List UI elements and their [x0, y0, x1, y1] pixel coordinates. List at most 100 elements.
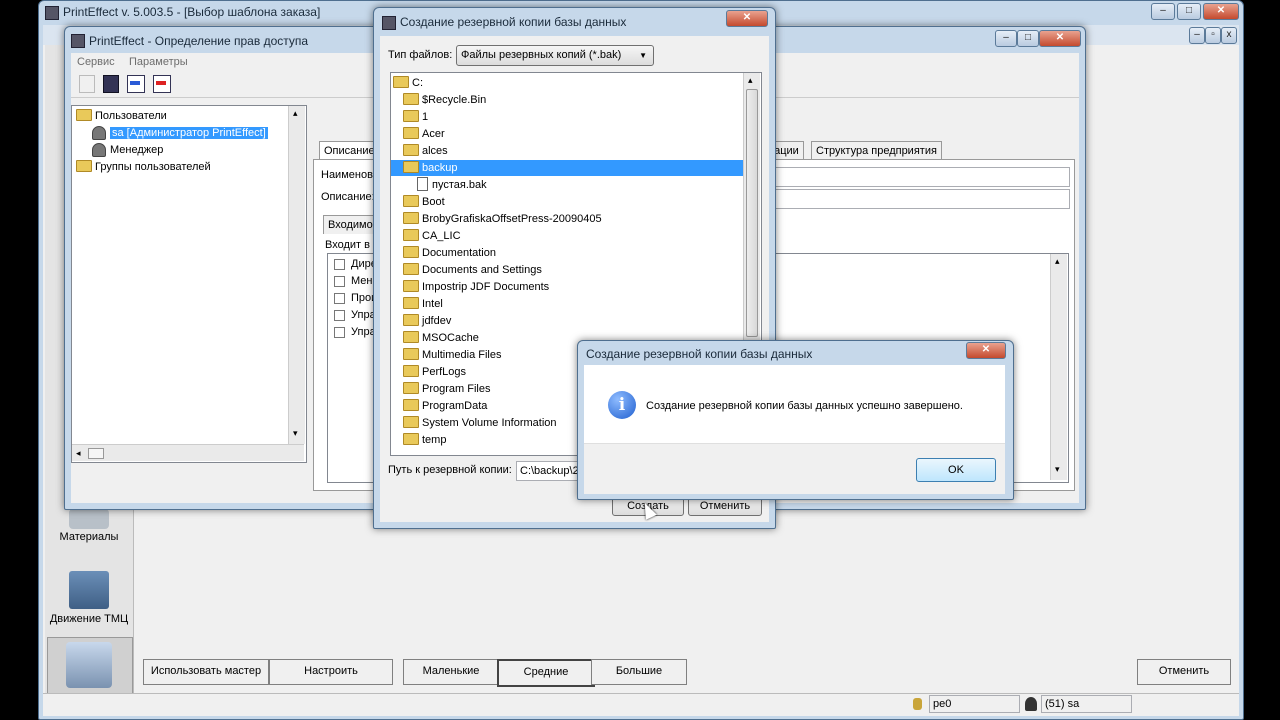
large-icons-button[interactable]: Большие: [591, 659, 687, 685]
scroll-up-icon[interactable]: ▴: [748, 75, 753, 86]
minimize-button[interactable]: –: [1151, 3, 1175, 20]
tree-folder[interactable]: $Recycle.Bin: [403, 92, 486, 108]
access-minimize-button[interactable]: –: [995, 30, 1017, 47]
tree-folder[interactable]: CA_LIC: [403, 228, 461, 244]
configure-button[interactable]: Настроить: [269, 659, 393, 685]
tree-groups-root-label: Группы пользователей: [95, 161, 211, 173]
description-field[interactable]: [771, 189, 1070, 209]
tree-item-label: Intel: [422, 298, 443, 310]
tree-drive[interactable]: C:: [393, 75, 423, 91]
checklist-item[interactable]: Дире: [334, 256, 377, 272]
checklist-item[interactable]: Упра: [334, 307, 376, 323]
folder-icon: [403, 433, 419, 446]
tree-folder[interactable]: alces: [403, 143, 448, 159]
menu-service[interactable]: Сервис: [77, 56, 115, 68]
ok-button[interactable]: OK: [916, 458, 996, 482]
scroll-up-icon[interactable]: ▴: [293, 108, 298, 119]
tree-folder[interactable]: jdfdev: [403, 313, 451, 329]
maximize-button[interactable]: □: [1177, 3, 1201, 20]
tree-groups-root[interactable]: Группы пользователей: [76, 159, 211, 175]
tree-vertical-scrollbar[interactable]: ▴ ▾: [288, 106, 305, 444]
tree-users-root-label: Пользователи: [95, 110, 167, 122]
checklist-scrollbar[interactable]: ▴ ▾: [1050, 254, 1067, 480]
tree-users-root[interactable]: Пользователи: [76, 108, 167, 124]
small-icons-button[interactable]: Маленькие: [403, 659, 499, 685]
menu-parameters[interactable]: Параметры: [129, 56, 188, 68]
info-icon: i: [608, 391, 636, 419]
user-icon: [92, 126, 106, 141]
folder-icon: [76, 160, 92, 173]
backup-app-icon: [382, 16, 396, 30]
tree-folder[interactable]: Impostrip JDF Documents: [403, 279, 549, 295]
access-maximize-button[interactable]: □: [1017, 30, 1039, 47]
tree-folder[interactable]: Boot: [403, 194, 445, 210]
tree-folder[interactable]: backup: [391, 160, 755, 176]
tree-folder[interactable]: Acer: [403, 126, 445, 142]
scroll-left-icon[interactable]: ◂: [76, 448, 81, 459]
tree-item-label: CA_LIC: [422, 230, 461, 242]
tab-description[interactable]: Описание: [319, 141, 380, 160]
scroll-down-icon[interactable]: ▾: [1055, 464, 1060, 475]
checkbox[interactable]: [334, 258, 345, 270]
medium-icons-button[interactable]: Средние: [497, 659, 595, 687]
folder-icon: [403, 229, 419, 242]
folder-icon: [403, 297, 419, 310]
tree-folder[interactable]: Multimedia Files: [403, 347, 501, 363]
name-field[interactable]: [771, 167, 1070, 187]
scroll-up-icon[interactable]: ▴: [1055, 256, 1060, 267]
scroll-thumb[interactable]: [746, 89, 758, 337]
tree-folder[interactable]: Program Files: [403, 381, 490, 397]
inner-minimize-button[interactable]: –: [1189, 27, 1205, 44]
backup-close-button[interactable]: ✕: [726, 10, 768, 27]
checkbox[interactable]: [334, 326, 345, 338]
users-tree[interactable]: Пользователи sa [Администратор PrintEffe…: [71, 105, 307, 463]
checkbox[interactable]: [334, 292, 345, 304]
sidebar-item-movement[interactable]: Движение ТМЦ: [47, 567, 131, 629]
filetype-select[interactable]: Файлы резервных копий (*.bak) ▼: [456, 45, 654, 66]
inner-restore-button[interactable]: ▫: [1205, 27, 1221, 44]
main-cancel-button[interactable]: Отменить: [1137, 659, 1231, 685]
message-close-button[interactable]: ✕: [966, 342, 1006, 359]
checkbox[interactable]: [334, 275, 345, 287]
folder-open-icon: [403, 161, 419, 174]
new-icon[interactable]: [79, 75, 95, 93]
tree-user-manager[interactable]: Менеджер: [92, 142, 163, 158]
tree-folder[interactable]: PerfLogs: [403, 364, 466, 380]
save-icon[interactable]: [103, 75, 119, 93]
scroll-thumb[interactable]: [88, 448, 104, 459]
tree-folder[interactable]: Intel: [403, 296, 443, 312]
tree-user-sa[interactable]: sa [Администратор PrintEffect]: [92, 125, 268, 141]
main-window-title: PrintEffect v. 5.003.5 - [Выбор шаблона …: [63, 5, 321, 19]
use-wizard-button[interactable]: Использовать мастер: [143, 659, 269, 685]
tree-folder[interactable]: ProgramData: [403, 398, 487, 414]
tree-folder[interactable]: 1: [403, 109, 428, 125]
import-icon[interactable]: [127, 75, 145, 93]
access-close-button[interactable]: ✕: [1039, 30, 1081, 47]
close-button[interactable]: ✕: [1203, 3, 1239, 20]
checklist-item[interactable]: Мене: [334, 273, 379, 289]
checkbox[interactable]: [334, 309, 345, 321]
folder-icon: [403, 246, 419, 259]
folder-icon: [403, 314, 419, 327]
tree-file[interactable]: пустая.bak: [417, 177, 487, 193]
tree-folder[interactable]: Documentation: [403, 245, 496, 261]
tree-folder[interactable]: Documents and Settings: [403, 262, 542, 278]
tab-structure[interactable]: Структура предприятия: [811, 141, 942, 160]
tree-horizontal-scrollbar[interactable]: ◂: [72, 444, 304, 461]
tree-folder[interactable]: MSOCache: [403, 330, 479, 346]
access-window-title: PrintEffect - Определение прав доступа: [89, 34, 309, 48]
checklist-item[interactable]: Прои: [334, 290, 377, 306]
folder-icon: [403, 127, 419, 140]
sidebar-item-label: Материалы: [59, 531, 119, 543]
tree-folder[interactable]: BrobyGrafiskaOffsetPress-20090405: [403, 211, 602, 227]
tree-item-label: Impostrip JDF Documents: [422, 281, 550, 293]
export-icon[interactable]: [153, 75, 171, 93]
tree-item-label: jdfdev: [422, 315, 452, 327]
checklist-item[interactable]: Упра: [334, 324, 376, 340]
sidebar-item-orders[interactable]: [47, 637, 133, 695]
inner-close-button[interactable]: x: [1221, 27, 1237, 44]
scroll-down-icon[interactable]: ▾: [293, 428, 298, 439]
tree-folder[interactable]: temp: [403, 432, 446, 448]
tree-folder[interactable]: System Volume Information: [403, 415, 557, 431]
materials-icon: [69, 509, 109, 529]
